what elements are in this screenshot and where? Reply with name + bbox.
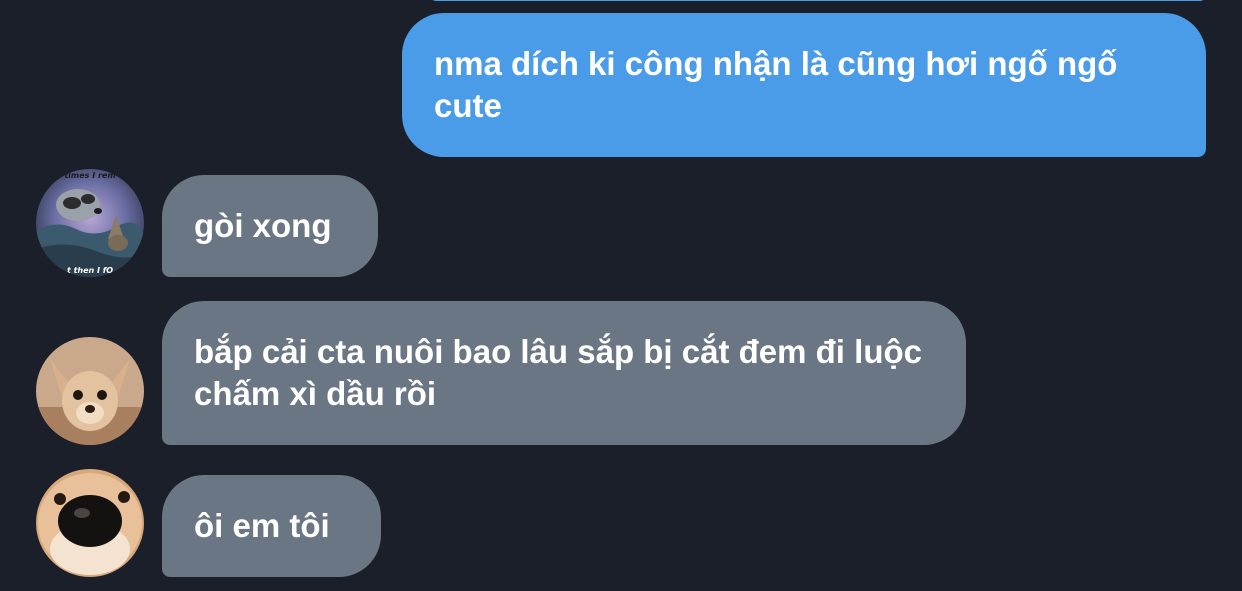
avatar-caption-bottom: t then I fO: [67, 266, 113, 275]
avatar-caption-top: times I rem: [64, 171, 115, 180]
outgoing-message-bubble[interactable]: nma dích ki công nhận là cũng hơi ngố ng…: [402, 13, 1206, 157]
chihuahua-avatar-icon[interactable]: [36, 337, 144, 445]
previous-message-bubble-edge[interactable]: [430, 0, 1206, 1]
message-text: gòi xong: [194, 207, 332, 244]
message-text: bắp cải cta nuôi bao lâu sắp bị cắt đem …: [194, 333, 922, 412]
incoming-message-bubble[interactable]: gòi xong: [162, 175, 378, 277]
chat-thread: nma dích ki công nhận là cũng hơi ngố ng…: [0, 0, 1242, 591]
dog-nose-closeup-avatar-icon[interactable]: [36, 469, 144, 577]
message-text: nma dích ki công nhận là cũng hơi ngố ng…: [434, 45, 1118, 124]
raccoon-wolf-meme-avatar-icon[interactable]: times I rem t then I fO: [36, 169, 144, 277]
message-text: ôi em tôi: [194, 507, 330, 544]
incoming-message-bubble[interactable]: ôi em tôi: [162, 475, 381, 577]
incoming-message-bubble[interactable]: bắp cải cta nuôi bao lâu sắp bị cắt đem …: [162, 301, 966, 445]
